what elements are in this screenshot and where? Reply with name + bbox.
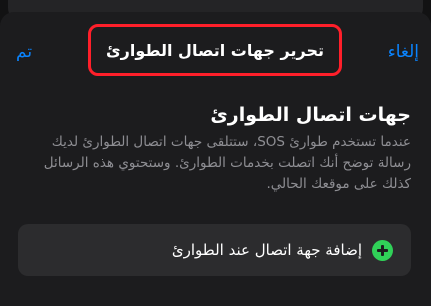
add-emergency-contact-label: إضافة جهة اتصال عند الطوارئ	[171, 241, 362, 259]
emergency-contacts-section: جهات اتصال الطوارئ عندما تستخدم طوارئ SO…	[20, 104, 411, 195]
cancel-button[interactable]: إلغاء	[388, 42, 419, 62]
screen: إلغاء تحرير جهات اتصال الطوارئ تم جهات ا…	[0, 0, 431, 306]
done-button[interactable]: تم	[16, 42, 32, 62]
section-heading: جهات اتصال الطوارئ	[210, 104, 411, 126]
add-emergency-contact-button[interactable]: إضافة جهة اتصال عند الطوارئ	[18, 224, 411, 276]
edit-emergency-contacts-sheet: إلغاء تحرير جهات اتصال الطوارئ تم جهات ا…	[0, 12, 431, 306]
section-description: عندما تستخدم طوارئ SOS، ستتلقى جهات اتصا…	[43, 134, 411, 192]
navigation-bar: إلغاء تحرير جهات اتصال الطوارئ تم	[0, 12, 431, 88]
title-highlight-box: تحرير جهات اتصال الطوارئ	[88, 24, 342, 76]
plus-circle-icon	[372, 239, 393, 261]
page-title: تحرير جهات اتصال الطوارئ	[106, 40, 324, 60]
